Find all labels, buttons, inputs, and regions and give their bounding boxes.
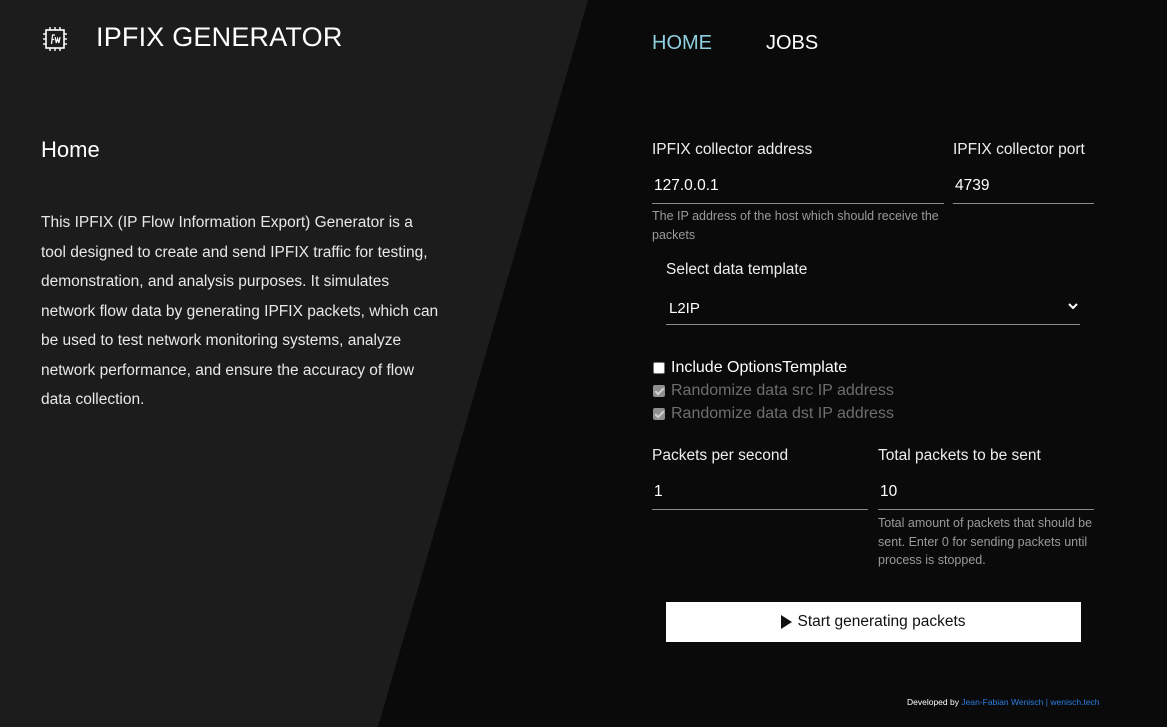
template-selected-value: L2IP xyxy=(669,300,700,317)
fw-chip-icon xyxy=(43,27,67,51)
randomize-dst-row: Randomize data dst IP address xyxy=(652,405,894,423)
packets-per-second-input[interactable] xyxy=(652,475,868,510)
footer-credit: Developed by Jean-Fabian Wenisch | wenis… xyxy=(907,697,1100,707)
play-icon xyxy=(781,615,793,629)
collector-address-input[interactable] xyxy=(652,169,944,204)
randomize-src-label: Randomize data src IP address xyxy=(671,382,894,399)
footer-author-link[interactable]: Jean-Fabian Wenisch xyxy=(961,697,1043,707)
template-select[interactable]: L2IP xyxy=(666,292,1080,325)
total-packets-hint: Total amount of packets that should be s… xyxy=(878,516,1093,567)
collector-address-label: IPFIX collector address xyxy=(652,141,813,158)
nav-home-link[interactable]: HOME xyxy=(652,32,712,55)
collector-port-label: IPFIX collector port xyxy=(953,141,1085,158)
packets-per-second-label: Packets per second xyxy=(652,447,789,464)
randomize-dst-label: Randomize data dst IP address xyxy=(671,405,894,422)
template-select-label: Select data template xyxy=(666,261,808,278)
collector-address-hint: The IP address of the host which should … xyxy=(652,209,939,242)
options-template-checkbox[interactable] xyxy=(653,362,665,374)
randomize-dst-checkbox xyxy=(653,408,665,420)
start-generating-button[interactable]: Start generating packets xyxy=(666,602,1081,642)
footer-site-link[interactable]: wenisch.tech xyxy=(1050,697,1099,707)
nav-jobs-link[interactable]: JOBS xyxy=(766,32,818,55)
start-generating-label: Start generating packets xyxy=(797,613,966,630)
collector-port-input[interactable] xyxy=(953,169,1094,204)
randomize-src-checkbox xyxy=(653,385,665,397)
total-packets-label: Total packets to be sent xyxy=(878,447,1041,464)
main-nav: HOME JOBS xyxy=(652,32,818,55)
chevron-down-icon xyxy=(1068,303,1078,310)
page-description: This IPFIX (IP Flow Information Export) … xyxy=(41,214,439,408)
app-title: IPFIX GENERATOR xyxy=(96,22,343,52)
randomize-src-row: Randomize data src IP address xyxy=(652,382,894,400)
options-template-row[interactable]: Include OptionsTemplate xyxy=(652,359,847,377)
options-template-label[interactable]: Include OptionsTemplate xyxy=(671,359,847,377)
total-packets-input[interactable] xyxy=(878,475,1094,510)
page-heading: Home xyxy=(41,137,100,162)
footer-prefix: Developed by xyxy=(907,697,959,707)
footer-separator: | xyxy=(1045,697,1049,707)
